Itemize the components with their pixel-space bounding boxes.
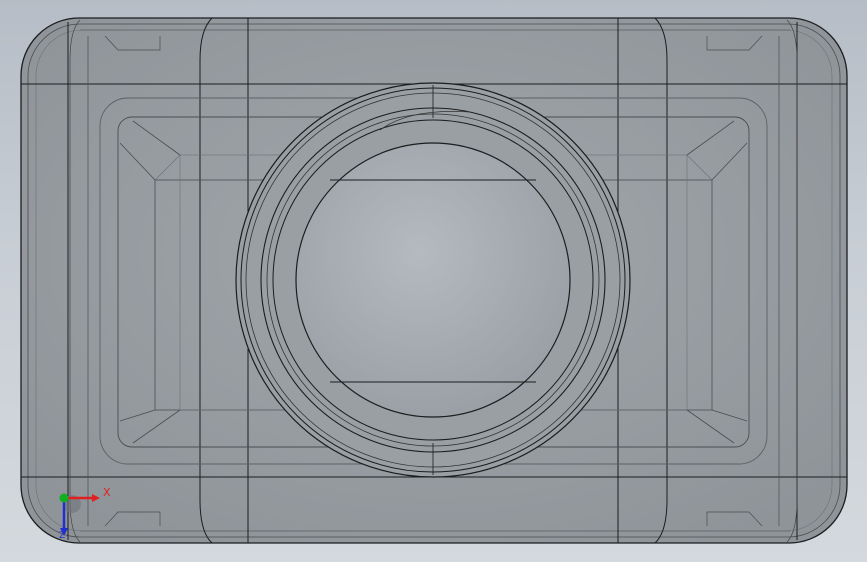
cad-graphics-viewport[interactable]: X Z [0,0,867,562]
part-model[interactable] [0,0,867,562]
center-bore[interactable] [295,142,571,418]
triad-x-arrow [92,494,100,502]
triad-y-axis-dot [59,493,69,503]
triad-z-label: Z [59,531,66,541]
triad-x-label: X [103,486,111,499]
